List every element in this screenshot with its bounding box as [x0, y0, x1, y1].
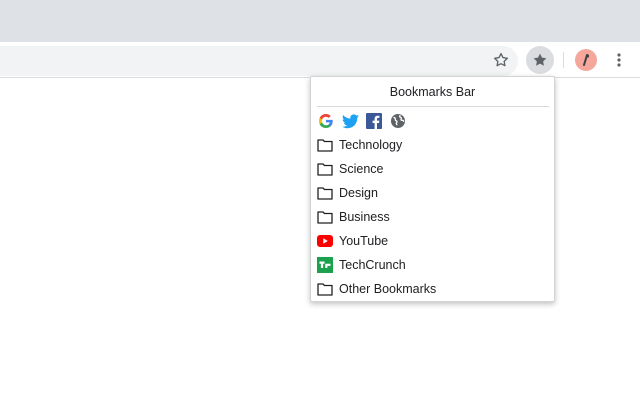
star-filled-icon [533, 53, 547, 66]
bookmark-label: YouTube [339, 234, 389, 248]
profile-button[interactable] [572, 46, 600, 74]
folder-icon [317, 161, 333, 177]
bookmark-label: TechCrunch [339, 258, 406, 272]
avatar [575, 49, 597, 71]
globe-icon[interactable] [389, 112, 407, 130]
quick-links-row [317, 112, 407, 130]
bookmark-this-page-button[interactable] [487, 46, 515, 74]
folder-icon [317, 185, 333, 201]
bookmark-list: Technology Science Design Business YouTu… [317, 133, 549, 301]
star-outline-icon [493, 52, 509, 67]
popup-divider [317, 106, 549, 107]
facebook-icon[interactable] [365, 112, 383, 130]
bookmark-label: Design [339, 186, 378, 200]
bookmark-folder-other-bookmarks[interactable]: Other Bookmarks [317, 277, 549, 301]
toolbar [0, 42, 640, 78]
bookmark-youtube[interactable]: YouTube [317, 229, 549, 253]
bookmark-label: Technology [339, 138, 403, 152]
folder-icon [317, 137, 333, 153]
bookmark-folder-technology[interactable]: Technology [317, 133, 549, 157]
browser-menu-button[interactable] [605, 46, 633, 74]
folder-icon [317, 281, 333, 297]
google-icon[interactable] [317, 112, 335, 130]
bookmark-folder-business[interactable]: Business [317, 205, 549, 229]
folder-icon [317, 209, 333, 225]
bookmark-folder-design[interactable]: Design [317, 181, 549, 205]
toolbar-separator [563, 52, 564, 68]
bookmark-techcrunch[interactable]: TechCrunch [317, 253, 549, 277]
address-bar[interactable] [0, 46, 518, 76]
bookmarks-popup: Bookmarks Bar Technology Science Design … [310, 76, 555, 302]
bookmark-folder-science[interactable]: Science [317, 157, 549, 181]
avatar-icon [583, 54, 590, 66]
bookmark-label: Science [339, 162, 384, 176]
bookmarks-extension-button[interactable] [526, 46, 554, 74]
popup-title: Bookmarks Bar [389, 85, 476, 99]
tab-strip [0, 0, 640, 42]
bookmark-label: Other Bookmarks [339, 282, 437, 296]
youtube-icon [317, 233, 333, 249]
bookmark-label: Business [339, 210, 390, 224]
techcrunch-icon [317, 257, 333, 273]
twitter-icon[interactable] [341, 112, 359, 130]
kebab-menu-icon [617, 53, 621, 67]
